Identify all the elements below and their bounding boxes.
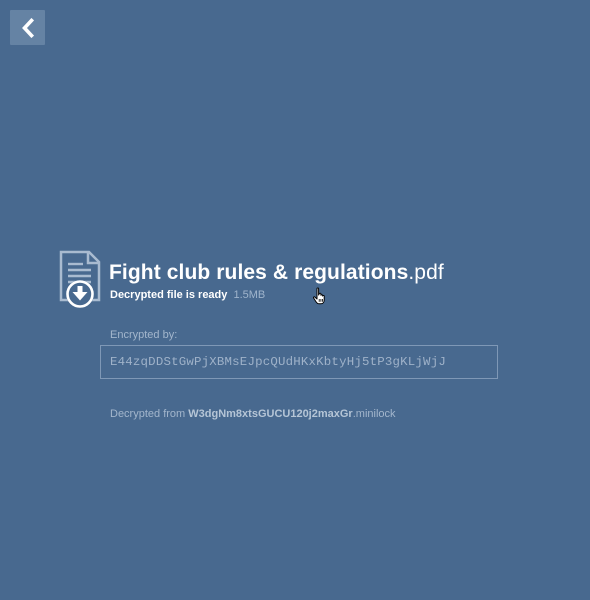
decrypted-from-text: Decrypted from W3dgNm8xtsGUCU120j2maxGr.… bbox=[110, 408, 396, 420]
encrypted-by-value[interactable]: E44zqDDStGwPjXBMsEJpcQUdHKxKbtyHj5tP3gKL… bbox=[110, 355, 446, 369]
file-name: Fight club rules & regulations.pdf bbox=[109, 260, 444, 286]
file-status: Decrypted file is ready 1.5MB bbox=[110, 289, 265, 302]
file-name-base: Fight club rules & regulations bbox=[109, 261, 409, 284]
back-button[interactable] bbox=[10, 10, 45, 45]
file-info: Fight club rules & regulations.pdf Decry… bbox=[58, 250, 538, 320]
source-file-name: W3dgNm8xtsGUCU120j2maxGr bbox=[188, 408, 353, 420]
encrypted-by-field[interactable]: E44zqDDStGwPjXBMsEJpcQUdHKxKbtyHj5tP3gKL… bbox=[100, 345, 498, 379]
source-file-extension: .minilock bbox=[352, 408, 396, 420]
file-name-extension: .pdf bbox=[408, 261, 444, 284]
chevron-left-icon bbox=[20, 17, 36, 38]
decrypted-from-prefix: Decrypted from bbox=[110, 408, 186, 420]
document-download-icon bbox=[58, 250, 102, 312]
status-text: Decrypted file is ready bbox=[110, 289, 228, 301]
encrypted-by-label: Encrypted by: bbox=[110, 329, 178, 341]
file-size: 1.5MB bbox=[233, 289, 266, 301]
